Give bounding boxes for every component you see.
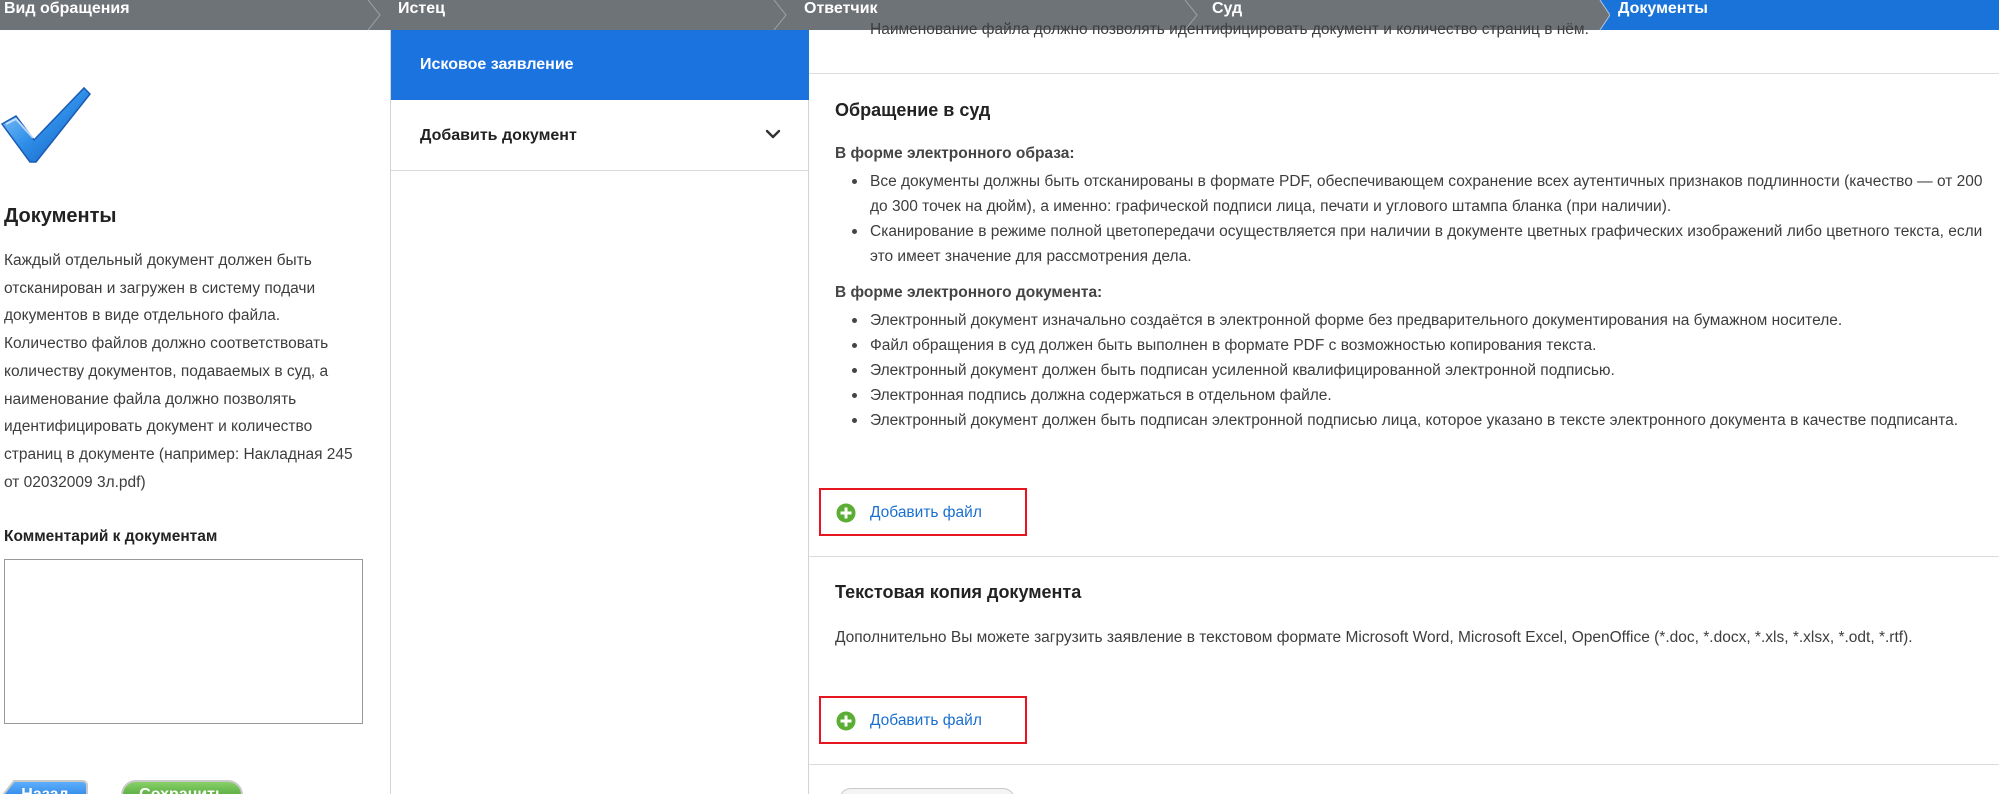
divider [809,73,1999,74]
chevron-down-icon [765,129,781,139]
divider [809,764,1999,765]
save-button-label: Сохранить [120,778,244,794]
divider [809,556,1999,557]
list-item: Файл обращения в суд должен быть выполне… [835,333,1985,358]
add-file-label: Добавить файл [870,712,982,729]
save-button[interactable]: Сохранить [120,778,244,794]
plus-circle-icon [836,711,856,731]
plus-circle-icon [836,503,856,523]
list-item: Электронная подпись должна содержаться в… [835,383,1985,408]
partially-visible-button[interactable] [839,788,1015,794]
appeal-section-title: Обращение в суд [835,100,991,120]
list-item: Все документы должны быть отсканированы … [835,169,1985,219]
document-item-statement-of-claim[interactable]: Исковое заявление [391,30,809,100]
checkmark-icon [0,86,92,163]
comment-textarea[interactable] [4,559,363,724]
document-list-panel: Исковое заявление Добавить документ [390,30,809,794]
add-file-button-text-copy[interactable]: Добавить файл [819,696,1027,744]
step-separator [367,0,381,30]
image-form-list: Все документы должны быть отсканированы … [835,169,1985,269]
step-documents[interactable]: Документы [1618,0,1708,30]
step-appeal-type[interactable]: Вид обращения [4,0,130,30]
add-file-button-appeal[interactable]: Добавить файл [819,488,1027,536]
add-document-dropdown[interactable]: Добавить документ [391,100,809,171]
add-document-label: Добавить документ [420,127,577,144]
page-title: Документы [4,205,117,227]
add-file-label: Добавить файл [870,504,982,521]
list-item: Электронный документ должен быть подписа… [835,408,1985,433]
documents-description: Каждый отдельный документ должен быть от… [4,252,353,491]
list-item: Сканирование в режиме полной цветопереда… [835,219,1985,269]
document-details-panel: Наименование файла должно позволять иден… [809,21,1999,794]
text-copy-description: Дополнительно Вы можете загрузить заявле… [835,629,1913,646]
list-item: Электронный документ изначально создаётс… [835,308,1985,333]
left-panel: Документы Каждый отдельный документ долж… [0,30,390,794]
cut-off-text: Наименование файла должно позволять иден… [870,21,1589,38]
image-form-title: В форме электронного образа: [835,145,1075,162]
text-copy-section-title: Текстовая копия документа [835,582,1082,602]
doc-form-title: В форме электронного документа: [835,284,1103,301]
step-separator [773,0,787,30]
doc-form-list: Электронный документ изначально создаётс… [835,308,1985,433]
list-item: Электронный документ должен быть подписа… [835,358,1985,383]
comment-label: Комментарий к документам [4,528,218,545]
step-separator [1590,0,1610,30]
back-button[interactable]: Назад [0,778,90,794]
step-plaintiff[interactable]: Истец [398,0,445,30]
back-button-label: Назад [0,778,90,794]
step-defendant[interactable]: Ответчик [804,0,878,30]
